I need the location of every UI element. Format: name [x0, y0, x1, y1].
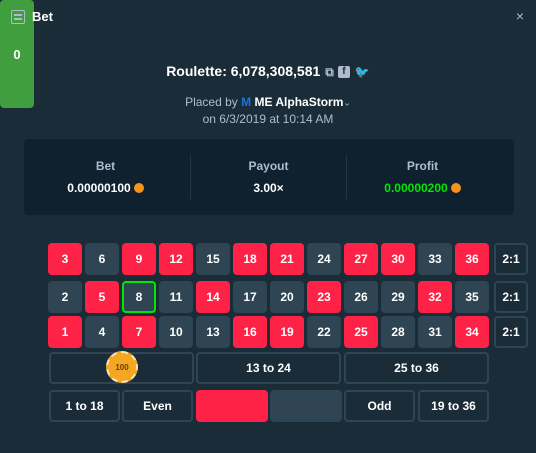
number-cell-14[interactable]: 14 [196, 281, 230, 313]
number-cell-27[interactable]: 27 [344, 243, 378, 275]
facebook-icon[interactable]: f [337, 66, 350, 79]
bet-19-to-36[interactable]: 19 to 36 [418, 390, 489, 422]
stat-profit: Profit 0.00000200 [341, 139, 504, 215]
number-cell-21[interactable]: 21 [270, 243, 304, 275]
number-cell-9[interactable]: 9 [122, 243, 156, 275]
number-cell-1[interactable]: 1 [48, 316, 82, 348]
number-cell-34[interactable]: 34 [455, 316, 489, 348]
number-cell-30[interactable]: 30 [381, 243, 415, 275]
number-cell-19[interactable]: 19 [270, 316, 304, 348]
number-cell-7[interactable]: 7 [122, 316, 156, 348]
number-cell-12[interactable]: 12 [159, 243, 193, 275]
stat-bet: Bet 0.00000100 [24, 139, 187, 215]
bet-slip-icon [11, 10, 25, 24]
dozen-13-to-24[interactable]: 13 to 24 [196, 352, 341, 384]
number-cell-18[interactable]: 18 [233, 243, 267, 275]
profit-amount: 0.00000200 [384, 181, 448, 195]
number-cell-5[interactable]: 5 [85, 281, 119, 313]
dozen-25-to-36[interactable]: 25 to 36 [344, 352, 489, 384]
bet-black[interactable] [270, 390, 342, 422]
number-cell-36[interactable]: 36 [455, 243, 489, 275]
number-cell-11[interactable]: 11 [159, 281, 193, 313]
stat-payout: Payout 3.00× [187, 139, 350, 215]
bet-1-to-18[interactable]: 1 to 18 [49, 390, 120, 422]
number-cell-20[interactable]: 20 [270, 281, 304, 313]
bet-odd[interactable]: Odd [344, 390, 415, 422]
column-bet-bottom[interactable]: 2:1 [494, 316, 528, 348]
bet-date: on 6/3/2019 at 10:14 AM [202, 112, 334, 126]
number-cell-8[interactable]: 8 [122, 281, 156, 313]
number-cell-28[interactable]: 28 [381, 316, 415, 348]
bet-amount: 0.00000100 [67, 181, 131, 195]
payout-value: 3.00× [253, 181, 284, 195]
vip-badge-icon: M [241, 95, 252, 109]
bet-id: 6,078,308,581 [230, 63, 321, 79]
number-cell-32[interactable]: 32 [418, 281, 452, 313]
number-cell-26[interactable]: 26 [344, 281, 378, 313]
number-cell-15[interactable]: 15 [196, 243, 230, 275]
btc-coin-icon [133, 182, 144, 193]
number-cell-4[interactable]: 4 [85, 316, 119, 348]
number-cell-2[interactable]: 2 [48, 281, 82, 313]
number-cell-31[interactable]: 31 [418, 316, 452, 348]
number-cell-35[interactable]: 35 [455, 281, 489, 313]
modal-title: Bet [32, 9, 53, 24]
number-cell-25[interactable]: 25 [344, 316, 378, 348]
btc-coin-icon [450, 182, 461, 193]
column-bet-middle[interactable]: 2:1 [494, 281, 528, 313]
stats-panel: Bet 0.00000100 Payout 3.00× Profit 0.000… [24, 139, 514, 215]
close-icon[interactable]: × [516, 8, 524, 24]
number-cell-3[interactable]: 3 [48, 243, 82, 275]
bet-even[interactable]: Even [122, 390, 193, 422]
bet-title: Roulette: 6,078,308,581 ⧉ f 🐦 [166, 63, 370, 80]
chevron-down-icon[interactable]: ⌄ [343, 97, 351, 107]
twitter-icon[interactable]: 🐦 [355, 65, 370, 79]
number-cell-23[interactable]: 23 [307, 281, 341, 313]
number-cell-29[interactable]: 29 [381, 281, 415, 313]
bet-red[interactable] [196, 390, 268, 422]
copy-icon[interactable]: ⧉ [325, 65, 334, 80]
game-name: Roulette [166, 63, 223, 79]
number-cell-6[interactable]: 6 [85, 243, 119, 275]
username-link[interactable]: ME AlphaStorm [254, 95, 343, 109]
number-cell-33[interactable]: 33 [418, 243, 452, 275]
number-cell-16[interactable]: 16 [233, 316, 267, 348]
chip-100: 100 [106, 351, 138, 383]
column-bet-top[interactable]: 2:1 [494, 243, 528, 275]
number-cell-10[interactable]: 10 [159, 316, 193, 348]
number-cell-22[interactable]: 22 [307, 316, 341, 348]
number-cell-24[interactable]: 24 [307, 243, 341, 275]
number-cell-17[interactable]: 17 [233, 281, 267, 313]
number-cell-13[interactable]: 13 [196, 316, 230, 348]
placed-by: Placed by M ME AlphaStorm⌄ [185, 95, 351, 109]
